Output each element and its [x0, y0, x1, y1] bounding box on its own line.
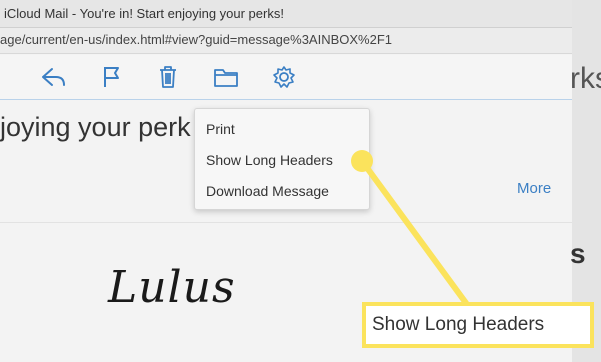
background-subject-fragment: rks! — [570, 62, 601, 95]
background-text-fragment: s — [570, 238, 586, 269]
callout-label-box: Show Long Headers — [362, 302, 594, 348]
folder-icon[interactable] — [213, 65, 239, 89]
menu-item-download-message[interactable]: Download Message — [206, 183, 329, 199]
trash-icon[interactable] — [155, 65, 181, 89]
address-bar[interactable]: age/current/en-us/index.html#view?guid=m… — [0, 28, 572, 54]
sender-logo: Lulus — [108, 262, 236, 313]
window-title: iCloud Mail - You're in! Start enjoying … — [4, 6, 284, 21]
more-link[interactable]: More — [517, 180, 551, 197]
message-subject: joying your perk — [0, 112, 191, 142]
callout-label: Show Long Headers — [372, 314, 545, 335]
menu-item-show-long-headers[interactable]: Show Long Headers — [206, 152, 333, 168]
mail-toolbar — [0, 55, 572, 100]
gear-icon[interactable] — [271, 65, 297, 89]
address-bar-url: age/current/en-us/index.html#view?guid=m… — [0, 32, 393, 47]
reply-icon[interactable] — [40, 65, 66, 89]
header-divider — [0, 222, 572, 223]
window-titlebar: iCloud Mail - You're in! Start enjoying … — [0, 0, 572, 28]
actions-menu: Print Show Long Headers Download Message — [194, 108, 370, 210]
flag-icon[interactable] — [99, 65, 125, 89]
menu-item-print[interactable]: Print — [206, 121, 235, 137]
